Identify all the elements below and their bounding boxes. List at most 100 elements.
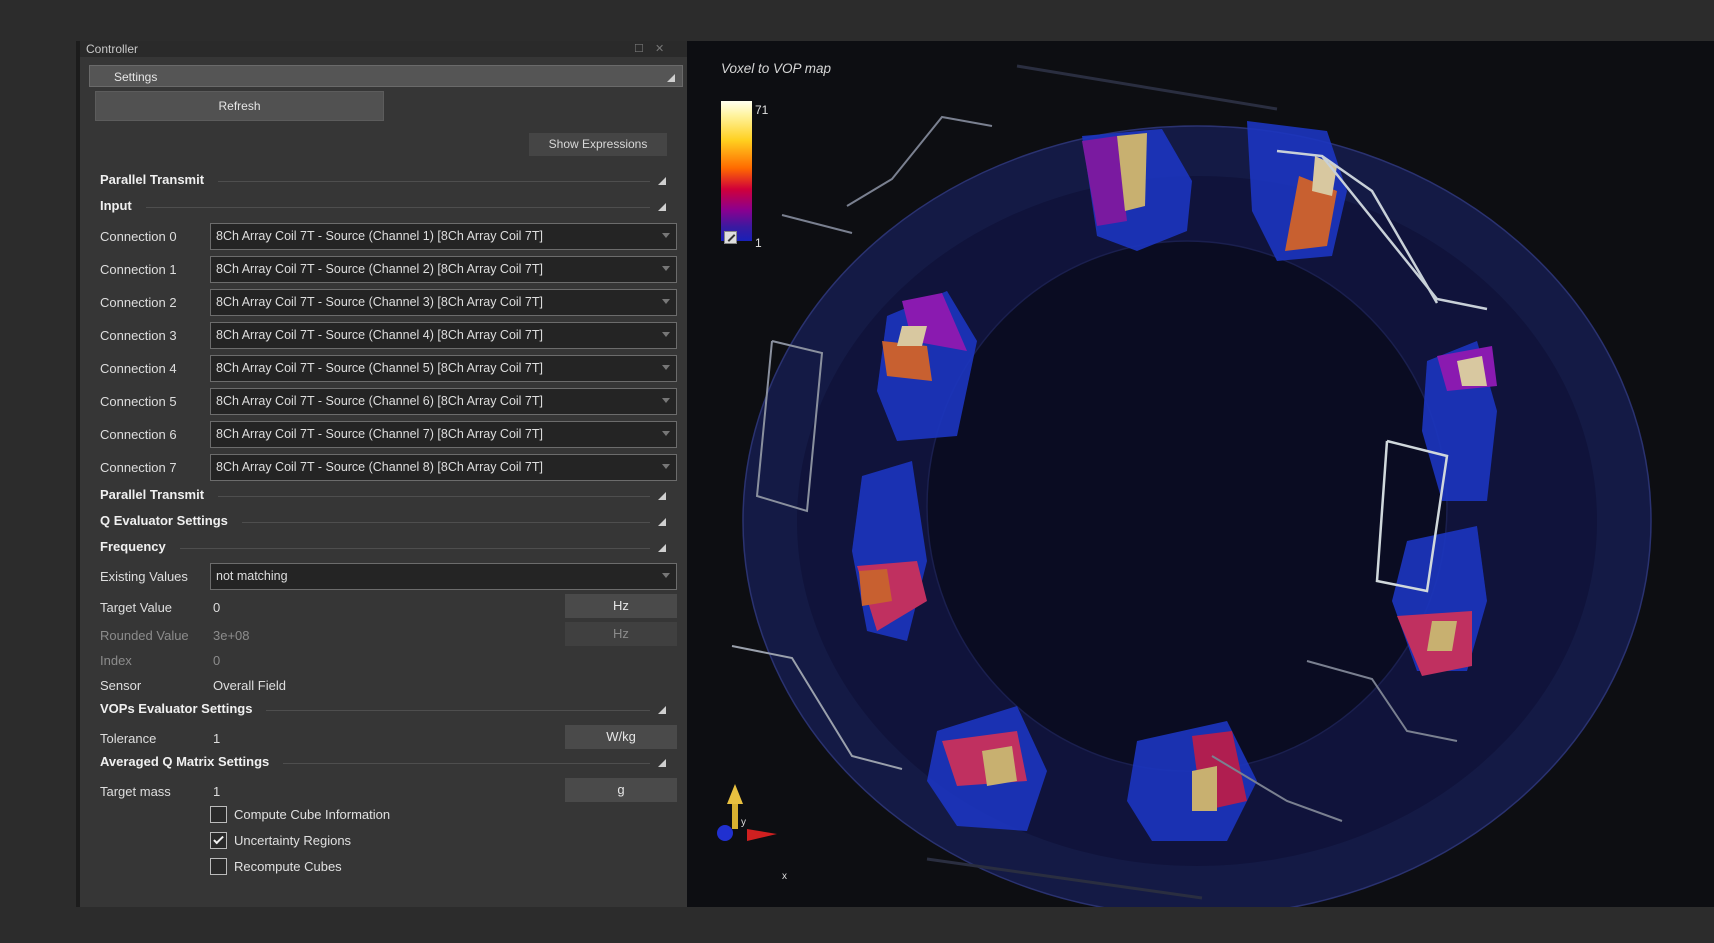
axis-y-label: y [741,817,746,828]
axis-z-marker [717,825,733,841]
target-mass-label: Target mass [100,784,171,799]
select-value: 8Ch Array Coil 7T - Source (Channel 5) [… [216,361,543,375]
connection-4-select[interactable]: 8Ch Array Coil 7T - Source (Channel 5) [… [210,355,677,382]
target-value-row: Target Value 0 Hz [100,594,677,622]
connection-7-select[interactable]: 8Ch Array Coil 7T - Source (Channel 8) [… [210,454,677,481]
section-input[interactable]: Input [100,196,670,216]
section-title: Q Evaluator Settings [100,513,242,528]
connection-row-0: Connection 0 8Ch Array Coil 7T - Source … [100,223,677,251]
select-value: 8Ch Array Coil 7T - Source (Channel 1) [… [216,229,543,243]
compute-cube-checkbox[interactable] [210,806,227,823]
connection-1-select[interactable]: 8Ch Array Coil 7T - Source (Channel 2) [… [210,256,677,283]
target-mass-field[interactable]: 1 [213,784,220,799]
uncertainty-regions-checkbox[interactable] [210,832,227,849]
tolerance-field[interactable]: 1 [213,731,220,746]
target-mass-unit-button[interactable]: g [565,778,677,802]
select-value: 8Ch Array Coil 7T - Source (Channel 3) [… [216,295,543,309]
target-value-field[interactable]: 0 [213,600,220,615]
viewport-title: Voxel to VOP map [721,61,832,76]
section-divider [100,548,650,549]
select-value: 8Ch Array Coil 7T - Source (Channel 8) [… [216,460,543,474]
recompute-cubes-checkbox[interactable] [210,858,227,875]
section-title: Parallel Transmit [100,487,219,502]
section-title: VOPs Evaluator Settings [100,701,267,716]
checkbox-label: Recompute Cubes [234,859,342,874]
existing-values-row: Existing Values not matching [100,563,677,591]
connection-5-select[interactable]: 8Ch Array Coil 7T - Source (Channel 6) [… [210,388,677,415]
section-title: Averaged Q Matrix Settings [100,754,284,769]
checkbox-label: Compute Cube Information [234,807,391,822]
collapse-triangle-icon [658,759,666,767]
connection-row-5: Connection 5 8Ch Array Coil 7T - Source … [100,388,677,416]
chevron-down-icon [662,398,670,403]
section-parallel-transmit[interactable]: Parallel Transmit [100,170,670,190]
sensor-label: Sensor [100,678,142,693]
axis-x-label: x [782,871,787,882]
app-window: Controller ☐ ✕ Settings Refresh Show Exp… [0,0,1714,943]
section-title: Frequency [100,539,180,554]
colorbar [721,101,752,241]
existing-values-select[interactable]: not matching [210,563,677,590]
section-q-evaluator[interactable]: Q Evaluator Settings [100,511,670,531]
select-value: 8Ch Array Coil 7T - Source (Channel 2) [… [216,262,543,276]
section-divider [100,207,650,208]
select-value: 8Ch Array Coil 7T - Source (Channel 7) [… [216,427,543,441]
sensor-row: Sensor Overall Field [100,672,677,700]
section-parallel-transmit-2[interactable]: Parallel Transmit [100,485,670,505]
connection-label: Connection 7 [100,460,177,475]
close-icon[interactable]: ✕ [655,42,664,55]
compute-cube-checkbox-row[interactable]: Compute Cube Information [210,805,510,825]
connection-label: Connection 0 [100,229,177,244]
collapse-triangle-icon [658,177,666,185]
tolerance-unit-button[interactable]: W/kg [565,725,677,749]
colorbar-min-label: 1 [755,236,762,250]
connection-3-select[interactable]: 8Ch Array Coil 7T - Source (Channel 4) [… [210,322,677,349]
collapse-triangle-icon [658,492,666,500]
controller-title: Controller [86,42,139,56]
chevron-down-icon [662,573,670,578]
target-mass-row: Target mass 1 g [100,778,677,806]
section-frequency[interactable]: Frequency [100,537,670,557]
refresh-button[interactable]: Refresh [95,91,384,121]
controller-panel: Controller ☐ ✕ Settings Refresh Show Exp… [76,41,687,907]
settings-label: Settings [114,70,158,84]
connection-0-select[interactable]: 8Ch Array Coil 7T - Source (Channel 1) [… [210,223,677,250]
connection-label: Connection 5 [100,394,177,409]
connection-row-4: Connection 4 8Ch Array Coil 7T - Source … [100,355,677,383]
connection-row-1: Connection 1 8Ch Array Coil 7T - Source … [100,256,677,284]
section-vops-evaluator[interactable]: VOPs Evaluator Settings [100,699,670,719]
target-value-label: Target Value [100,600,173,615]
recompute-cubes-checkbox-row[interactable]: Recompute Cubes [210,857,510,877]
section-title: Parallel Transmit [100,172,219,187]
index-value: 0 [213,653,221,668]
rounded-unit-button: Hz [565,622,677,646]
existing-values-label: Existing Values [100,569,188,584]
axis-triad [717,784,777,841]
section-averaged-q[interactable]: Averaged Q Matrix Settings [100,752,670,772]
inner-bore [926,240,1448,772]
chevron-down-icon [662,332,670,337]
chevron-down-icon [662,464,670,469]
pin-icon[interactable]: ☐ [634,42,644,55]
show-expressions-button[interactable]: Show Expressions [529,133,667,156]
connection-2-select[interactable]: 8Ch Array Coil 7T - Source (Channel 3) [… [210,289,677,316]
connection-label: Connection 3 [100,328,177,343]
rounded-value-label: Rounded Value [100,628,189,643]
axis-y-arrow [727,784,743,804]
3d-viewport[interactable]: Voxel to VOP map 71 1 y x [687,41,1714,907]
chevron-down-icon [662,233,670,238]
connection-6-select[interactable]: 8Ch Array Coil 7T - Source (Channel 7) [… [210,421,677,448]
uncertainty-regions-checkbox-row[interactable]: Uncertainty Regions [210,831,510,851]
collapse-triangle-icon [667,74,675,82]
connection-row-3: Connection 3 8Ch Array Coil 7T - Source … [100,322,677,350]
colorbar-edit-icon[interactable] [724,231,737,244]
checkmark-icon [213,833,224,845]
target-unit-button[interactable]: Hz [565,594,677,618]
controller-titlebar: Controller ☐ ✕ [80,41,687,57]
select-value: 8Ch Array Coil 7T - Source (Channel 4) [… [216,328,543,342]
collapse-triangle-icon [658,203,666,211]
chevron-down-icon [662,431,670,436]
select-value: not matching [216,569,288,583]
tolerance-label: Tolerance [100,731,157,746]
settings-header[interactable]: Settings [89,65,683,87]
